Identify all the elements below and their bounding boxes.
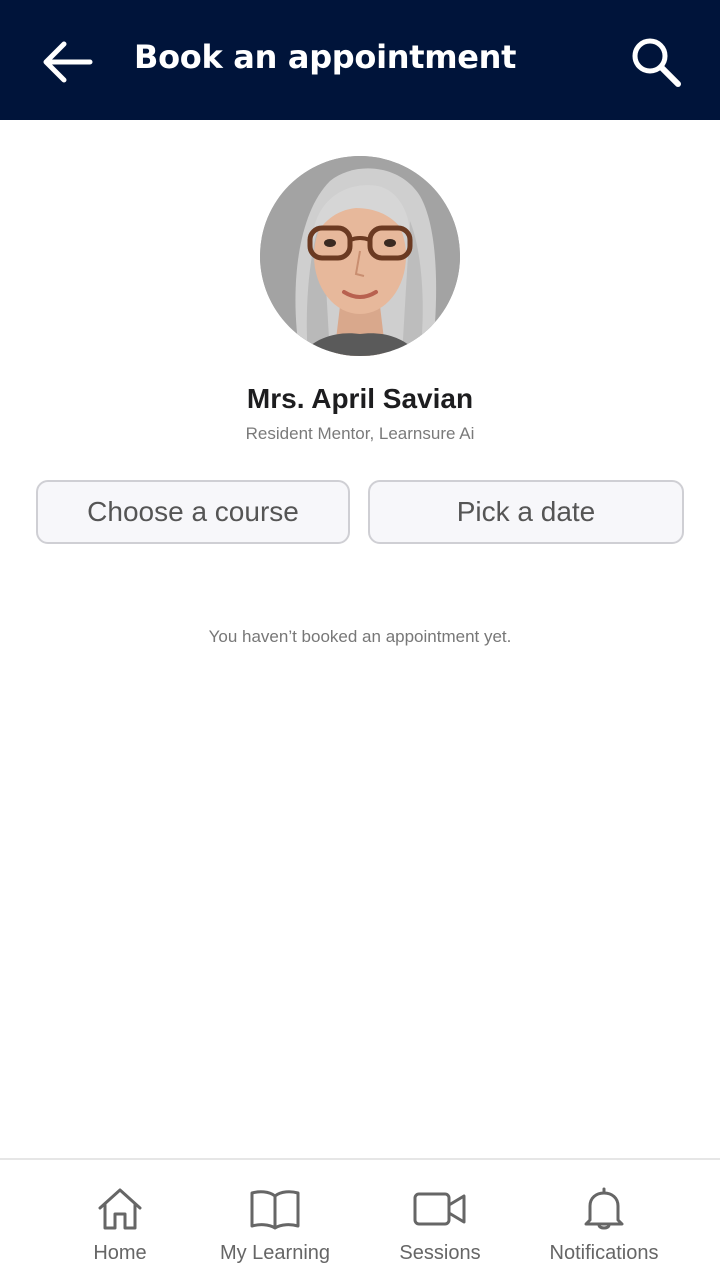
nav-label-my-learning: My Learning: [219, 1242, 331, 1264]
nav-label-sessions: Sessions: [399, 1242, 481, 1264]
nav-label-home: Home: [93, 1242, 147, 1264]
mentor-role: Resident Mentor, Learnsure Ai: [245, 424, 475, 443]
nav-label-notifications: Notifications: [549, 1242, 659, 1264]
home-icon: [90, 1186, 150, 1232]
bottom-nav: Home My Learning Sessions Notifications: [0, 1158, 720, 1280]
app-bar: Book an appointment: [0, 0, 720, 120]
page-title: Book an appointment: [134, 38, 517, 76]
mentor-name: Mrs. April Savian: [246, 383, 474, 414]
book-icon: [245, 1186, 305, 1232]
back-button[interactable]: [34, 34, 98, 90]
bell-icon: [574, 1186, 634, 1232]
nav-item-home[interactable]: Home: [60, 1160, 180, 1280]
nav-item-sessions[interactable]: Sessions: [380, 1160, 500, 1280]
search-icon: [632, 38, 681, 87]
video-icon: [410, 1186, 470, 1232]
search-button[interactable]: [624, 30, 688, 94]
nav-item-notifications[interactable]: Notifications: [534, 1160, 674, 1280]
nav-item-my-learning[interactable]: My Learning: [205, 1160, 345, 1280]
mentor-avatar: [260, 156, 460, 356]
pick-date-button[interactable]: Pick a date: [368, 480, 684, 544]
mentor-portrait: [260, 156, 460, 356]
arrow-left-icon: [43, 41, 93, 83]
empty-state-message: You haven’t booked an appointment yet.: [208, 627, 512, 646]
choose-course-button[interactable]: Choose a course: [36, 480, 350, 544]
